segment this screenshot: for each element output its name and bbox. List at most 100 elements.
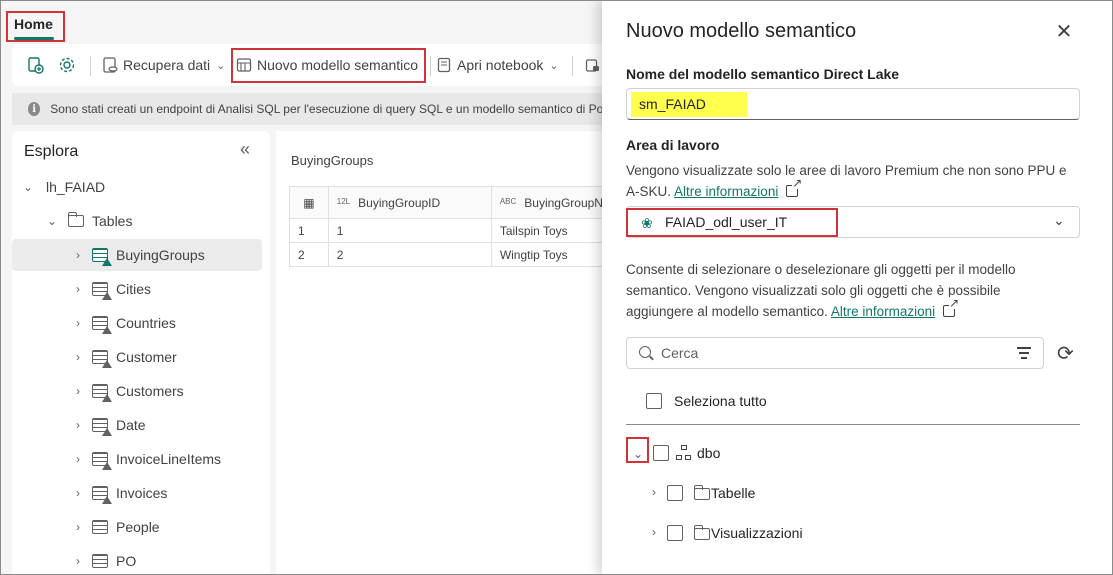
tree-item-table[interactable]: › Customers	[12, 375, 262, 407]
chevron-down-icon: ⌄	[1053, 212, 1065, 228]
objects-desc-line-3: aggiungere al modello semantico. Altre i…	[626, 297, 1016, 322]
views-folder-label: Visualizzazioni	[711, 525, 803, 541]
delta-table-icon	[92, 350, 112, 368]
chevron-right-icon: ›	[76, 418, 80, 432]
chevron-right-icon[interactable]: ›	[652, 485, 656, 499]
get-data-label: Recupera dati	[123, 57, 211, 73]
external-link-icon	[786, 177, 803, 197]
objects-description: Consente di selezionare o deselezionare …	[626, 259, 1016, 322]
folder-icon	[693, 525, 710, 540]
ribbon-separator	[430, 56, 431, 76]
search-placeholder: Cerca	[661, 345, 699, 361]
ribbon-separator	[572, 56, 573, 76]
filter-icon[interactable]	[1017, 347, 1031, 359]
folder-icon	[693, 485, 710, 500]
tables-folder-label: Tables	[92, 213, 133, 229]
column-type-tag: 12L	[336, 196, 351, 206]
search-icon	[639, 346, 651, 358]
column-name: BuyingGroupN	[524, 195, 603, 210]
table-label: Customers	[116, 383, 184, 399]
lock-icon[interactable]	[584, 44, 600, 86]
chevron-down-icon: ⌄	[216, 59, 226, 72]
column-header[interactable]: ABC BuyingGroupN	[490, 186, 613, 219]
annotation-box-expand	[626, 437, 649, 463]
tree-item-lakehouse[interactable]: ⌄ lh_FAIAD	[12, 171, 262, 203]
new-semantic-model-panel: Nuovo modello semantico ✕ Nome del model…	[602, 0, 1113, 575]
table-label: InvoiceLineItems	[116, 451, 222, 467]
model-name-value: sm_FAIAD	[639, 96, 706, 112]
external-link-icon	[943, 297, 960, 317]
tree-item-table[interactable]: › People	[12, 511, 262, 543]
tree-item-table[interactable]: › Invoices	[12, 477, 262, 509]
chevron-right-icon[interactable]: ›	[652, 525, 656, 539]
tree-item-table[interactable]: › Countries	[12, 307, 262, 339]
table-row: 1 1 Tailspin Toys	[289, 218, 613, 243]
table-icon	[92, 520, 108, 534]
divider	[626, 424, 1080, 425]
chevron-down-icon: ⌄	[22, 180, 34, 194]
delta-table-icon	[92, 486, 112, 504]
tables-folder-checkbox[interactable]	[667, 485, 683, 501]
annotation-box-home	[6, 11, 65, 42]
close-icon[interactable]: ✕	[1052, 20, 1076, 44]
collapse-pane-icon[interactable]: «	[240, 139, 250, 160]
column-name: BuyingGroupID	[358, 195, 441, 210]
delta-table-icon	[92, 282, 112, 300]
table-icon	[92, 554, 108, 568]
open-notebook-label: Apri notebook	[457, 57, 544, 73]
workspace-desc-text: A-SKU.	[626, 184, 672, 199]
table-label: BuyingGroups	[116, 247, 205, 263]
grid-select-all-icon[interactable]: ▦	[289, 186, 329, 219]
tree-item-table[interactable]: › PO	[12, 545, 262, 575]
chevron-right-icon: ›	[76, 248, 80, 262]
settings-icon[interactable]	[58, 44, 76, 86]
delta-table-icon	[92, 418, 112, 436]
chevron-right-icon: ›	[76, 486, 80, 500]
table-label: Customer	[116, 349, 177, 365]
cell-id: 1	[327, 218, 492, 243]
tree-item-table[interactable]: › BuyingGroups	[12, 239, 262, 271]
schema-label: dbo	[697, 445, 721, 461]
name-field-label: Nome del modello semantico Direct Lake	[626, 66, 900, 82]
tree-item-table[interactable]: › Cities	[12, 273, 262, 305]
cell-id: 2	[327, 242, 492, 267]
panel-title: Nuovo modello semantico	[626, 20, 857, 42]
chevron-right-icon: ›	[76, 350, 80, 364]
select-all-checkbox[interactable]	[646, 393, 662, 409]
chevron-down-icon: ⌄	[549, 59, 559, 72]
refresh-icon[interactable]: ⟳	[1057, 341, 1074, 366]
table-label: PO	[116, 553, 137, 569]
more-info-link[interactable]: Altre informazioni	[674, 184, 778, 199]
chevron-right-icon: ›	[76, 452, 80, 466]
model-name-input[interactable]: sm_FAIAD	[626, 88, 1080, 120]
views-folder-checkbox[interactable]	[667, 525, 683, 541]
column-header[interactable]: 12L BuyingGroupID	[327, 186, 492, 219]
schema-checkbox[interactable]	[653, 445, 669, 461]
tree-item-table[interactable]: › InvoiceLineItems	[12, 443, 262, 475]
get-data-button[interactable]: Recupera dati ⌄	[102, 44, 225, 86]
ribbon-separator	[90, 56, 91, 76]
tree-item-table[interactable]: › Date	[12, 409, 262, 441]
info-icon: i	[28, 102, 41, 116]
cell-name: Wingtip Toys	[490, 242, 613, 267]
table-preview: BuyingGroups ▦ 12L BuyingGroupID ABC Buyin…	[276, 131, 613, 575]
more-info-link[interactable]: Altre informazioni	[831, 304, 935, 319]
tree-item-tables-folder[interactable]: ⌄ Tables	[12, 205, 262, 237]
tree-item-table[interactable]: › Customer	[12, 341, 262, 373]
folder-icon	[67, 212, 84, 227]
open-notebook-button[interactable]: Apri notebook ⌄	[436, 44, 559, 86]
search-input[interactable]: Cerca	[626, 337, 1044, 369]
workspace-label: Area di lavoro	[626, 137, 720, 153]
schema-icon	[676, 445, 692, 461]
delta-table-icon	[92, 316, 112, 334]
tables-folder-label: Tabelle	[711, 485, 756, 501]
lakehouse-label: lh_FAIAD	[46, 179, 106, 195]
delta-table-icon	[92, 384, 112, 402]
new-item-icon[interactable]	[26, 44, 44, 86]
chevron-right-icon: ›	[76, 554, 80, 568]
table-row: 2 2 Wingtip Toys	[289, 242, 613, 267]
row-number: 2	[289, 242, 329, 267]
cell-name: Tailspin Toys	[490, 218, 613, 243]
chevron-right-icon: ›	[76, 282, 80, 296]
row-number: 1	[289, 218, 329, 243]
